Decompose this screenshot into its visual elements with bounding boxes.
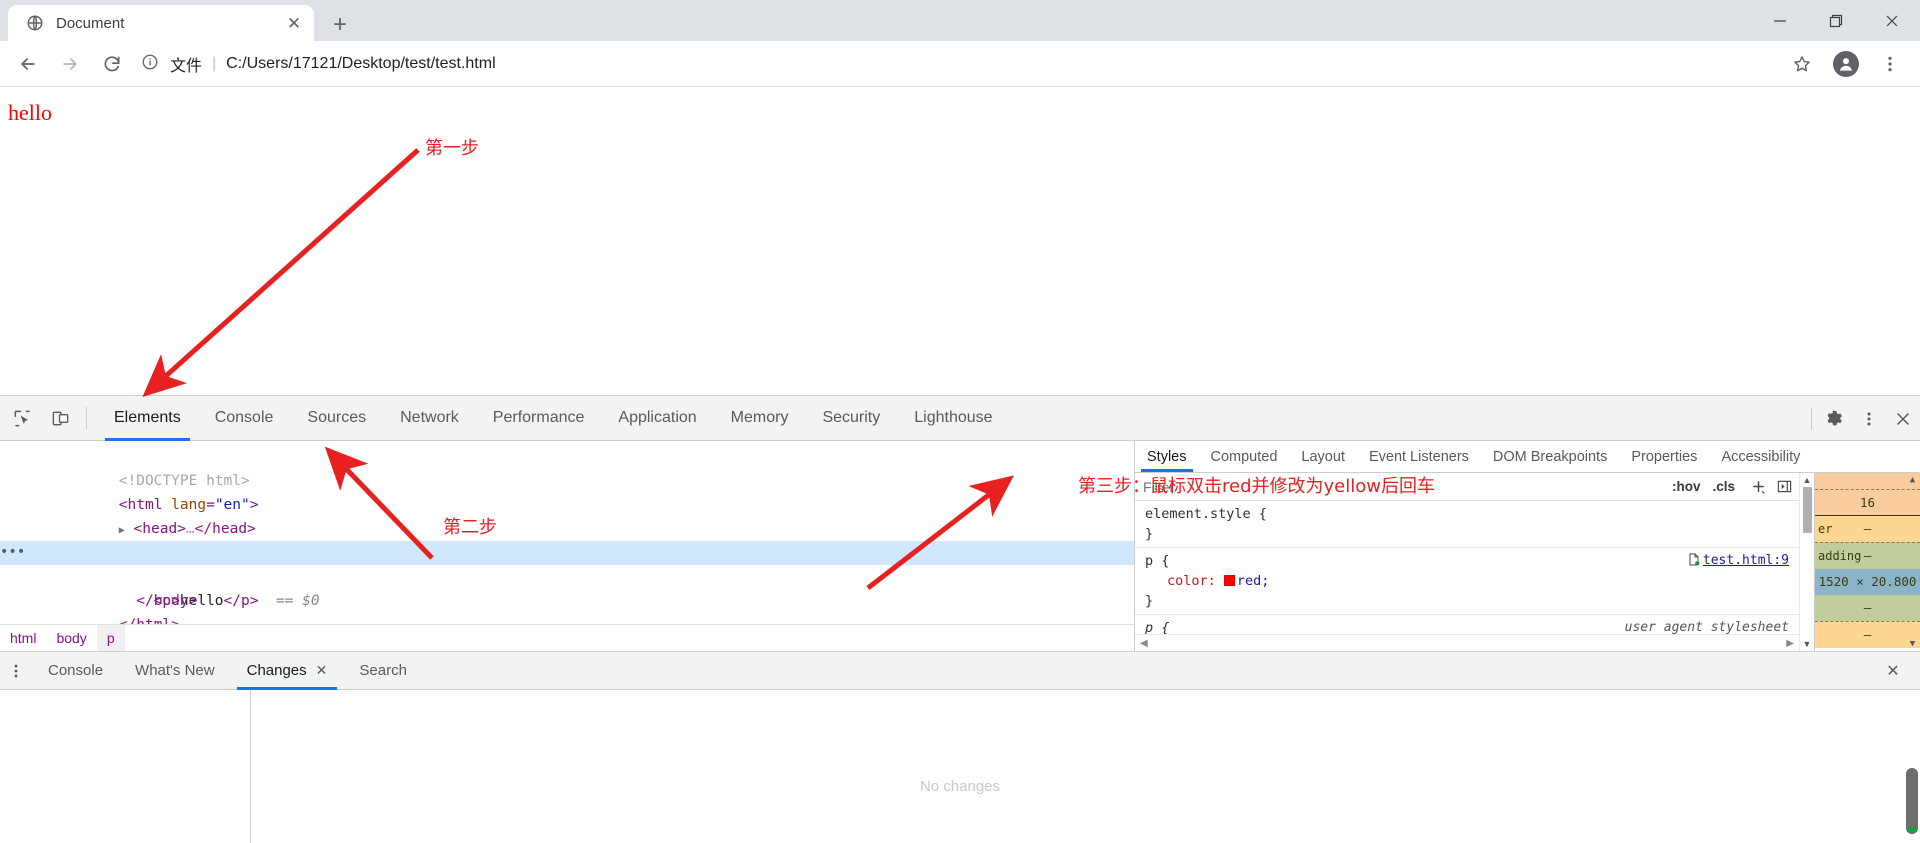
annotation-step1: 第一步: [425, 138, 479, 159]
arrow-step2: [324, 446, 434, 560]
arrow-step1: [142, 148, 420, 398]
browser-window: Document ✕ + 文件 | C:/Users/17121/Desktop…: [0, 0, 1920, 843]
annotation-step3: 第三步：鼠标双击red并修改为yellow后回车: [1078, 476, 1435, 497]
annotation-overlay: [142, 148, 1014, 590]
arrow-step3: [866, 475, 1014, 590]
annotation-step2: 第二步: [443, 517, 497, 538]
